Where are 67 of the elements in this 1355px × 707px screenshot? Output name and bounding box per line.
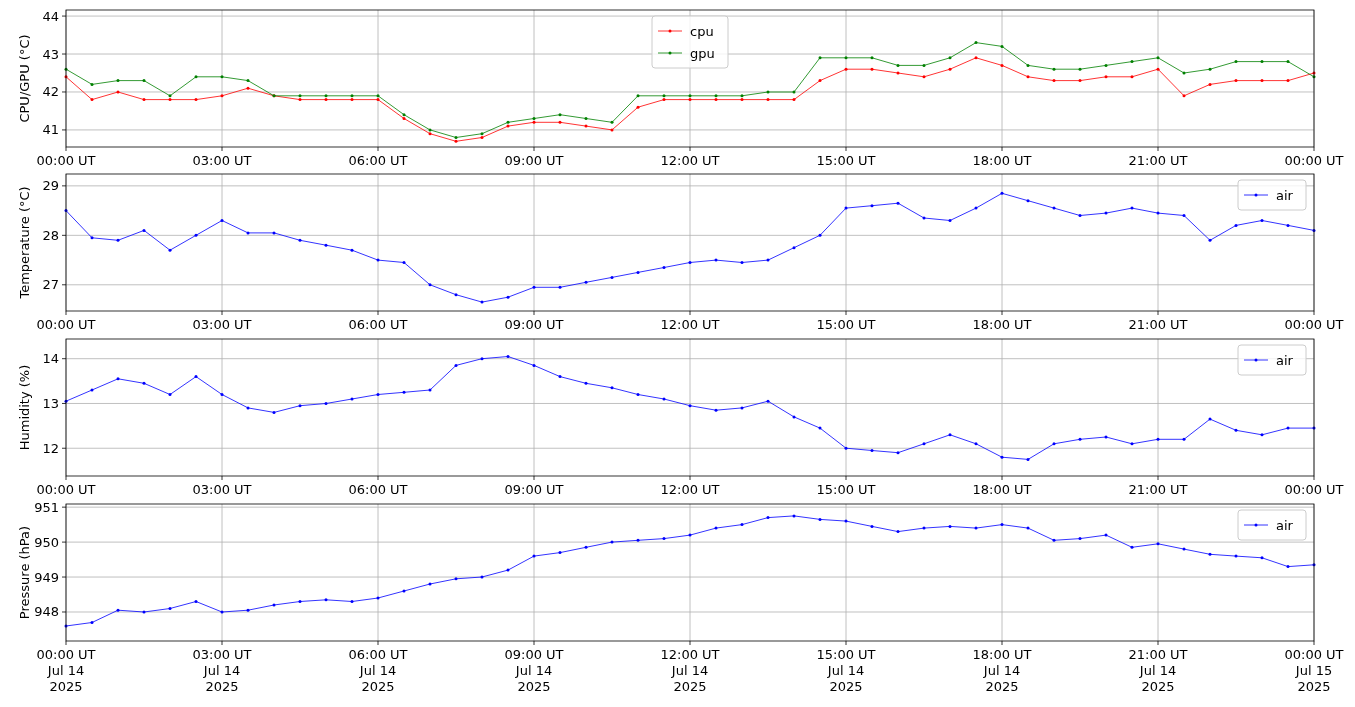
tick-label: 15:00 UT [816, 317, 876, 332]
legend-line-icon [657, 29, 683, 33]
tick-label: 00:00 UT [36, 482, 96, 497]
tick-label: 18:00 UT Jul 14 2025 [972, 647, 1032, 694]
tick-label: 00:00 UT [1284, 153, 1344, 168]
legend-line-icon [1243, 193, 1269, 197]
tick-label: 12 [42, 440, 59, 456]
tick-label: 15:00 UT [816, 153, 876, 168]
tick-label: 43 [42, 46, 59, 62]
tick-label: 06:00 UT Jul 14 2025 [348, 647, 408, 694]
tick-label: 27 [42, 277, 59, 293]
tick-label: 09:00 UT [504, 482, 564, 497]
legend-box [1237, 509, 1307, 541]
tick-label: 21:00 UT [1128, 482, 1188, 497]
tick-label: 00:00 UT [36, 317, 96, 332]
tick-label: 06:00 UT [348, 482, 408, 497]
tick-label: 13 [42, 395, 59, 411]
tick-label: 951 [34, 502, 59, 515]
legend-box [1237, 344, 1307, 376]
legend-label: cpu [690, 23, 714, 39]
tick-label: 09:00 UT [504, 153, 564, 168]
tick-label: 09:00 UT [504, 317, 564, 332]
tick-label: 00:00 UT [1284, 482, 1344, 497]
tick-label: 21:00 UT Jul 14 2025 [1128, 647, 1188, 694]
tick-label: 06:00 UT [348, 317, 408, 332]
legend-label: air [1276, 517, 1293, 533]
tick-label: 03:00 UT [192, 317, 252, 332]
legend-line-icon [657, 51, 683, 55]
tick-label: 42 [42, 84, 59, 100]
tick-label: 00:00 UT Jul 14 2025 [36, 647, 96, 694]
tick-label: 18:00 UT [972, 153, 1032, 168]
tick-label: 03:00 UT Jul 14 2025 [192, 647, 252, 694]
legend-label: air [1276, 352, 1293, 368]
tick-label: 41 [42, 122, 59, 138]
tick-label: 29 [42, 178, 59, 194]
tick-label: 12:00 UT Jul 14 2025 [660, 647, 720, 694]
tick-label: 15:00 UT Jul 14 2025 [816, 647, 876, 694]
tick-label: 03:00 UT [192, 482, 252, 497]
axis-label: Humidity (%) [17, 364, 32, 451]
tick-label: 12:00 UT [660, 153, 720, 168]
tick-label: 15:00 UT [816, 482, 876, 497]
tick-label: 21:00 UT [1128, 317, 1188, 332]
legend-line-icon [1243, 523, 1269, 527]
tick-label: 44 [42, 8, 59, 24]
legend-label: air [1276, 187, 1293, 203]
tick-label: 28 [42, 227, 59, 243]
tick-label: 00:00 UT [1284, 317, 1344, 332]
tick-label: 03:00 UT [192, 153, 252, 168]
axis-label: Temperature (°C) [17, 186, 32, 299]
tick-label: 949 [34, 569, 59, 585]
tick-label: 950 [34, 534, 59, 550]
tick-label: 00:00 UT [36, 153, 96, 168]
tick-label: 00:00 UT Jul 15 2025 [1284, 647, 1344, 694]
legend-box [1237, 179, 1307, 211]
axis-label: Pressure (hPa) [17, 525, 32, 620]
legend-label: gpu [690, 45, 715, 61]
tick-label: 14 [42, 351, 59, 367]
tick-label: 12:00 UT [660, 317, 720, 332]
tick-label: 948 [34, 604, 59, 620]
tick-label: 18:00 UT [972, 482, 1032, 497]
legend-line-icon [1243, 358, 1269, 362]
axis-label: CPU/GPU (°C) [17, 34, 32, 123]
tick-label: 09:00 UT Jul 14 2025 [504, 647, 564, 694]
tick-label: 12:00 UT [660, 482, 720, 497]
tick-label: 18:00 UT [972, 317, 1032, 332]
tick-label: 21:00 UT [1128, 153, 1188, 168]
tick-label: 06:00 UT [348, 153, 408, 168]
